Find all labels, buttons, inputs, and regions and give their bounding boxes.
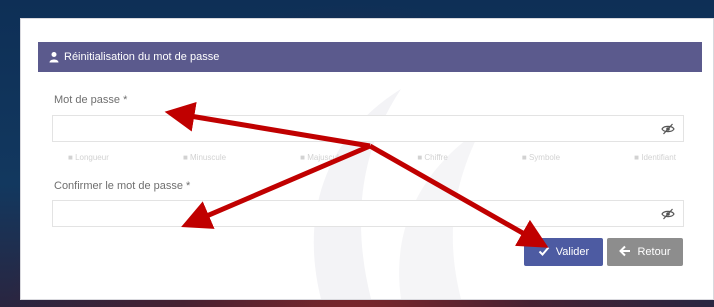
- check-icon: [538, 245, 550, 260]
- back-button[interactable]: Retour: [607, 238, 683, 266]
- confirm-password-label: Confirmer le mot de passe *: [54, 180, 191, 192]
- arrow-left-icon: [619, 245, 631, 260]
- user-icon: [48, 51, 60, 63]
- criterion-lowercase: ■ Minuscule: [182, 153, 227, 162]
- panel-title-bold: mot de passe: [153, 51, 220, 63]
- password-label: Mot de passe *: [54, 94, 128, 106]
- submit-button[interactable]: Valider: [524, 238, 603, 266]
- panel-title-prefix: Réinitialisation du: [64, 51, 154, 63]
- criterion-identifier: ■ Identifiant: [634, 153, 676, 162]
- submit-button-label: Valider: [555, 246, 590, 258]
- eye-slash-icon[interactable]: [661, 122, 675, 136]
- panel-heading: Réinitialisation du mot de passe: [38, 42, 702, 72]
- back-button-label: Retour: [637, 246, 671, 258]
- criterion-digit: ■ Chiffre: [417, 153, 448, 162]
- eye-slash-icon[interactable]: [661, 207, 675, 221]
- criterion-length: ■ Longueur: [68, 153, 109, 162]
- password-criteria: ■ Longueur ■ Minuscule ■ Majuscule ■ Chi…: [68, 153, 676, 162]
- criterion-symbol: ■ Symbole: [521, 153, 561, 162]
- password-field[interactable]: [52, 115, 684, 142]
- confirm-password-field[interactable]: [52, 200, 684, 227]
- criterion-uppercase: ■ Majuscule: [300, 153, 344, 162]
